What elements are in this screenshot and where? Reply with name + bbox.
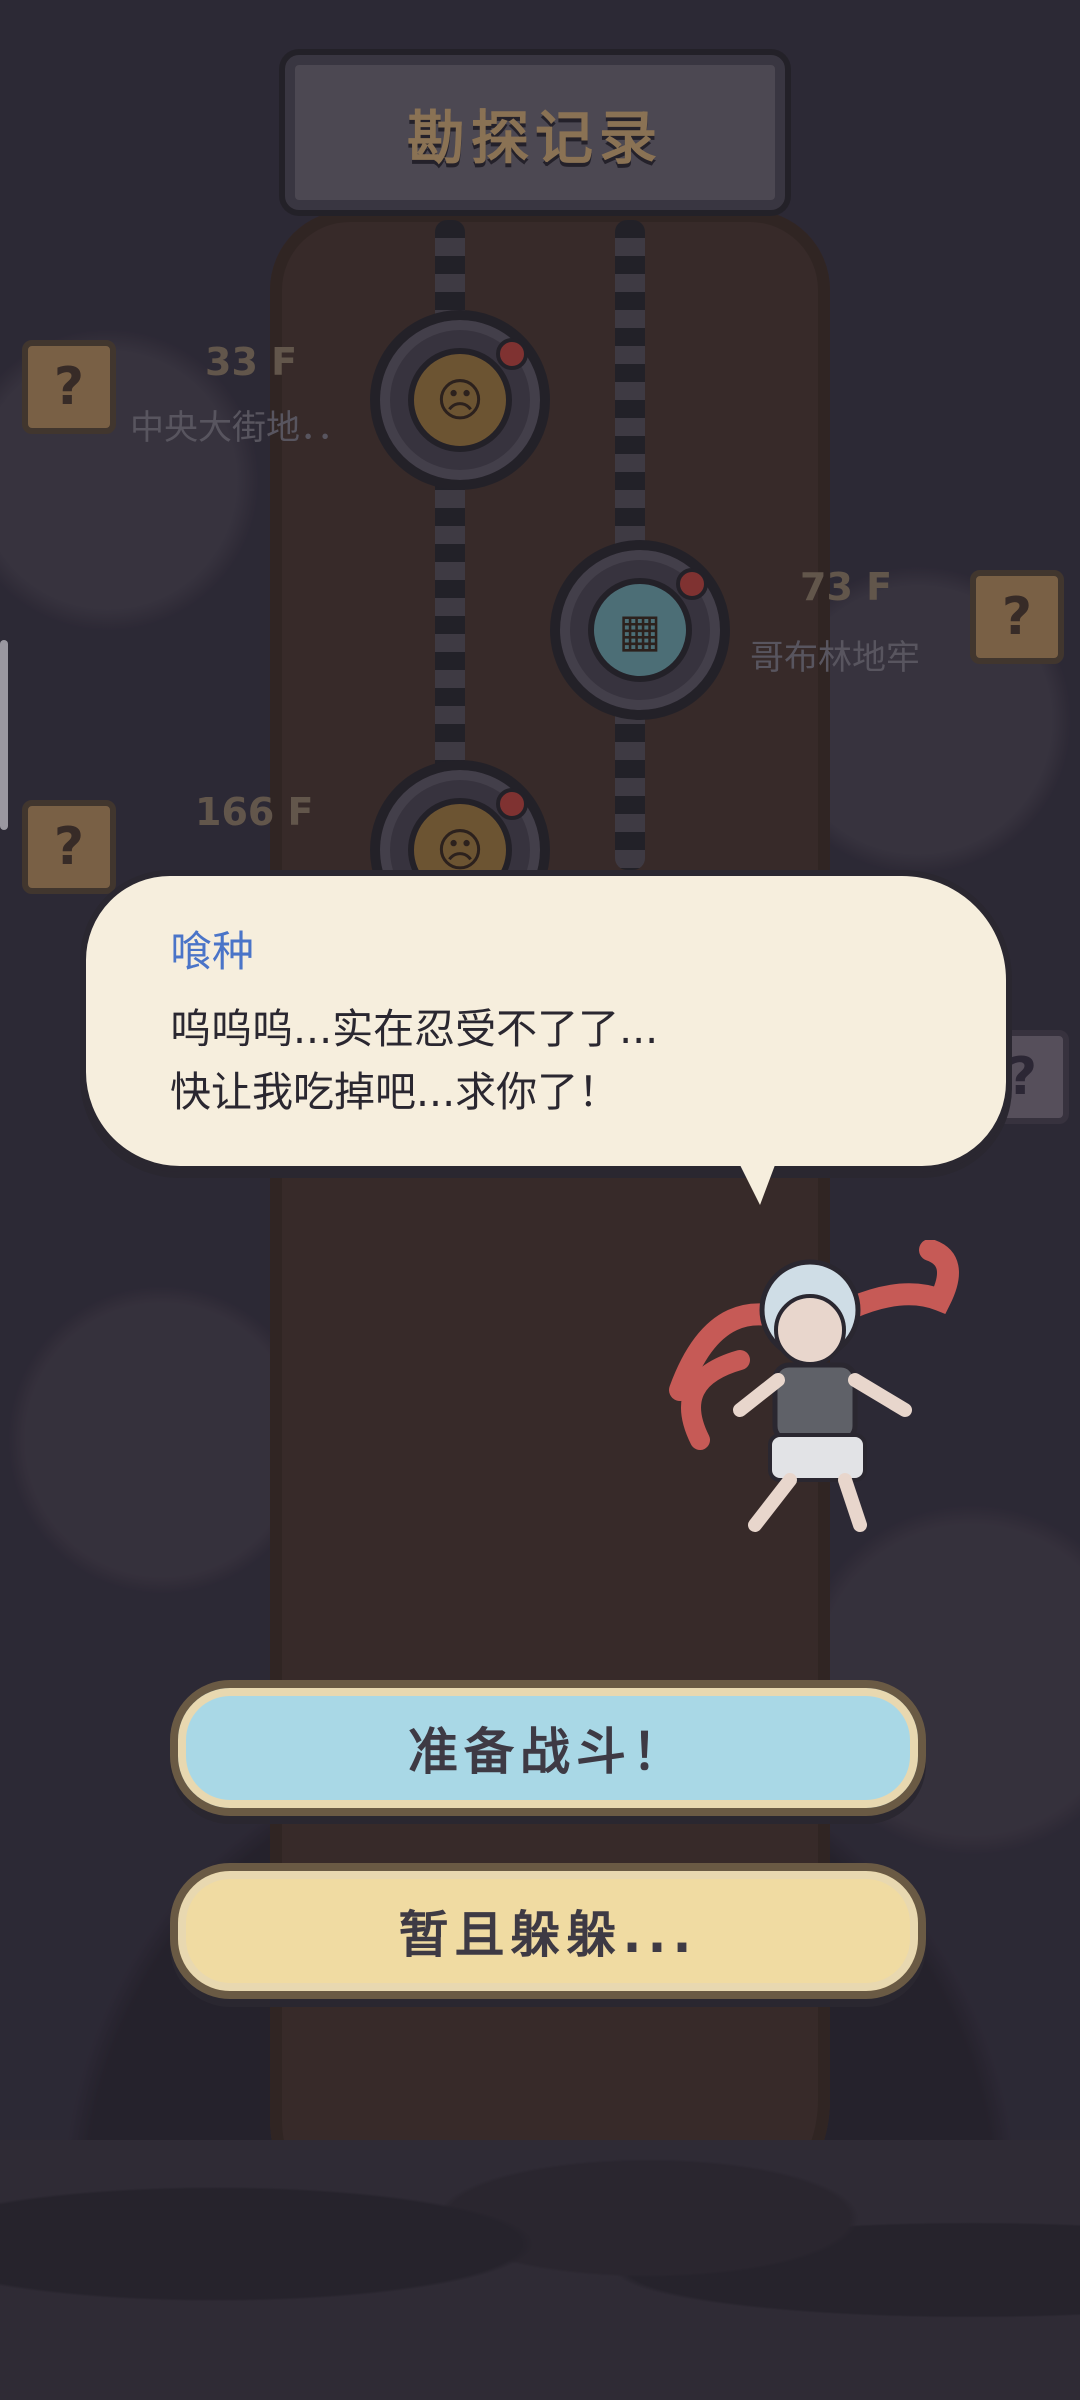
cave-rubble — [0, 2140, 1080, 2400]
dim-overlay — [0, 0, 1080, 2400]
dialog-line: 呜呜呜...实在忍受不了了... — [170, 1005, 659, 1053]
prepare-battle-button[interactable]: 准备战斗！ — [170, 1680, 926, 1816]
ghoul-character — [669, 1240, 959, 1532]
scroll-indicator[interactable] — [0, 640, 8, 830]
dialog-line: 快让我吃掉吧...求你了！ — [170, 1068, 620, 1116]
hide-button[interactable]: 暂且躲躲... — [170, 1863, 926, 1999]
speech-bubble-tail — [720, 1125, 790, 1205]
speaker-name: 喰种 — [170, 927, 255, 976]
